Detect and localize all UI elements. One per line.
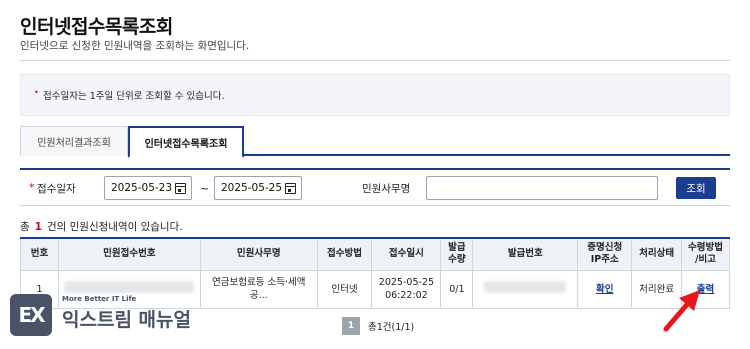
cert-confirm-link[interactable]: 확인 bbox=[596, 284, 613, 295]
office-label: 민원사무명 bbox=[362, 183, 411, 195]
cell-office-name: 연금보험료등 소득·세액공... bbox=[199, 269, 318, 309]
logo-mark: EX bbox=[10, 294, 52, 336]
header-issue-qty-line2: 수량 bbox=[448, 254, 466, 266]
page-subtitle: 인터넷으로 신청한 민원내역을 조회하는 화면입니다. bbox=[20, 40, 250, 52]
header-datetime: 접수일시 bbox=[371, 237, 442, 271]
count-prefix: 총 bbox=[20, 221, 30, 233]
header-no: 번호 bbox=[20, 237, 59, 271]
office-name-input[interactable] bbox=[426, 176, 658, 200]
page-title: 인터넷접수목록조회 bbox=[20, 16, 173, 38]
title-divider bbox=[20, 60, 730, 61]
header-method: 접수방법 bbox=[316, 237, 373, 271]
header-status: 처리상태 bbox=[631, 237, 683, 271]
header-issue-qty-line1: 발급 bbox=[448, 242, 466, 254]
date-from-input[interactable]: 2025-05-23 bbox=[104, 176, 192, 200]
date-from-value: 2025-05-23 bbox=[111, 182, 173, 194]
header-cert-line2: IP주소 bbox=[590, 254, 619, 266]
notice-bullet: • bbox=[34, 88, 39, 97]
cell-cert: 확인 bbox=[577, 269, 633, 309]
date-label: 접수일자 bbox=[37, 183, 76, 195]
header-cert-ip: 증명신청 IP주소 bbox=[577, 237, 633, 271]
date-to-input[interactable]: 2025-05-25 bbox=[214, 176, 302, 200]
cell-method: 인터넷 bbox=[316, 269, 373, 309]
page-number-button[interactable]: 1 bbox=[342, 317, 360, 335]
count-suffix: 건의 민원신청내역이 있습니다. bbox=[46, 221, 183, 233]
cell-datetime: 2025-05-25 06:22:02 bbox=[371, 269, 442, 309]
header-issue-no: 발급번호 bbox=[472, 237, 579, 271]
pagination-summary: 총1건(1/1) bbox=[368, 322, 415, 333]
red-arrow-icon bbox=[663, 290, 700, 332]
header-cert-line1: 증명신청 bbox=[587, 242, 623, 254]
header-office-name: 민원사무명 bbox=[199, 237, 318, 271]
table-header-row: 번호 민원접수번호 민원사무명 접수방법 접수일시 발급 수량 발급번호 증명신청… bbox=[20, 237, 730, 271]
watermark-logo: EX More Better IT Life 익스트림 매뉴얼 bbox=[10, 290, 200, 340]
tab-complaint-results[interactable]: 민원처리결과조회 bbox=[20, 126, 128, 156]
logo-name: 익스트림 매뉴얼 bbox=[62, 309, 191, 331]
count-number: 1 bbox=[34, 221, 42, 233]
calendar-icon[interactable] bbox=[175, 183, 186, 194]
pagination: 1 총1건(1/1) bbox=[342, 317, 414, 335]
header-receipt-no: 민원접수번호 bbox=[57, 237, 201, 271]
search-bar: * 접수일자 2025-05-23 ~ 2025-05-25 민원사무명 조회 bbox=[20, 168, 730, 206]
calendar-icon[interactable] bbox=[285, 183, 296, 194]
notice-text: 접수일자는 1주일 단위로 조회할 수 있습니다. bbox=[43, 91, 225, 102]
header-receive-line1: 수령방법 bbox=[688, 242, 723, 254]
cell-issue-no bbox=[472, 269, 579, 309]
logo-tagline: More Better IT Life bbox=[62, 295, 137, 303]
header-receive: 수령방법/비고 bbox=[681, 237, 730, 271]
cell-date: 2025-05-25 bbox=[378, 277, 435, 288]
blurred-issue-no bbox=[484, 281, 567, 293]
search-button[interactable]: 조회 bbox=[676, 177, 716, 199]
tab-bar: 민원처리결과조회 인터넷접수목록조회 bbox=[20, 126, 730, 158]
result-count: 총 1 건의 민원신청내역이 있습니다. bbox=[20, 219, 183, 234]
header-receive-line2: /비고 bbox=[695, 254, 716, 266]
cell-time: 06:22:02 bbox=[385, 290, 428, 301]
required-mark: * bbox=[29, 181, 35, 194]
header-issue-qty: 발급 수량 bbox=[440, 237, 474, 271]
cell-qty: 0/1 bbox=[440, 269, 474, 309]
date-separator: ~ bbox=[200, 182, 210, 195]
notice-box: • 접수일자는 1주일 단위로 조회할 수 있습니다. bbox=[20, 74, 730, 116]
tab-internet-receipt-list[interactable]: 인터넷접수목록조회 bbox=[128, 126, 244, 158]
date-to-value: 2025-05-25 bbox=[221, 182, 283, 194]
